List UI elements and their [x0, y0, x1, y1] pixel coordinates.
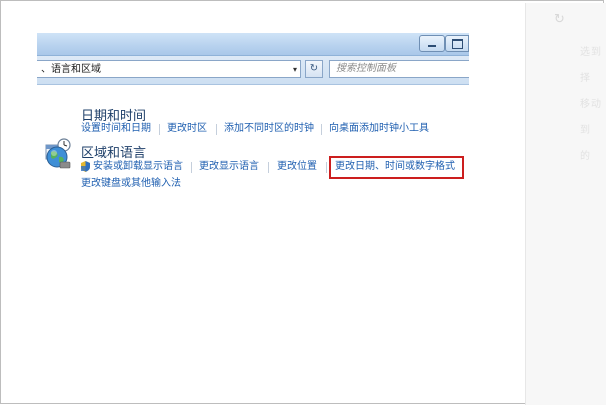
link-separator	[191, 162, 192, 173]
link-separator	[321, 124, 322, 135]
right-side-panel: ↻ 选到 择 移动 到 的	[525, 3, 606, 405]
window-titlebar	[37, 33, 469, 56]
link-separator	[268, 162, 269, 173]
globe-icon[interactable]	[45, 145, 71, 169]
link-set-time-date[interactable]: 设置时间和日期	[81, 123, 151, 135]
faded-text: 择	[580, 73, 591, 84]
refresh-icon[interactable]: ↻	[305, 60, 323, 78]
maximize-button[interactable]	[445, 35, 469, 52]
category-title-region-language[interactable]: 区域和语言	[81, 142, 146, 161]
link-separator	[159, 124, 160, 135]
link-install-display-language[interactable]: 安装或卸载显示语言	[93, 161, 183, 173]
link-separator	[326, 162, 327, 173]
highlight-box	[329, 156, 464, 179]
category-title-date-time[interactable]: 日期和时间	[81, 105, 146, 124]
address-toolbar: 、语言和区域 ▾ ↻ 搜索控制面板	[37, 56, 469, 85]
faded-text: 移动	[580, 99, 602, 110]
link-add-clocks[interactable]: 添加不同时区的时钟	[224, 123, 314, 135]
refresh-icon: ↻	[554, 12, 565, 27]
faded-text: 的	[580, 151, 591, 162]
search-input[interactable]: 搜索控制面板	[329, 60, 469, 78]
link-separator	[216, 124, 217, 135]
link-change-timezone[interactable]: 更改时区	[167, 123, 207, 135]
link-change-keyboard-input[interactable]: 更改键盘或其他输入法	[81, 178, 181, 190]
address-bar[interactable]: 、语言和区域 ▾	[37, 60, 301, 78]
chevron-down-icon[interactable]: ▾	[293, 61, 297, 79]
link-add-clock-gadget[interactable]: 向桌面添加时钟小工具	[329, 123, 429, 135]
faded-text: 选到	[580, 47, 602, 58]
shield-icon	[81, 161, 90, 172]
address-text: 、语言和区域	[41, 64, 101, 75]
link-change-location[interactable]: 更改位置	[277, 161, 317, 173]
faded-text: 到	[580, 125, 591, 136]
screenshot-frame: 、语言和区域 ▾ ↻ 搜索控制面板 日期和时间 设置时间和日期 更改时区 添加不…	[0, 0, 606, 405]
minimize-button[interactable]	[419, 35, 445, 52]
link-change-display-language[interactable]: 更改显示语言	[199, 161, 259, 173]
